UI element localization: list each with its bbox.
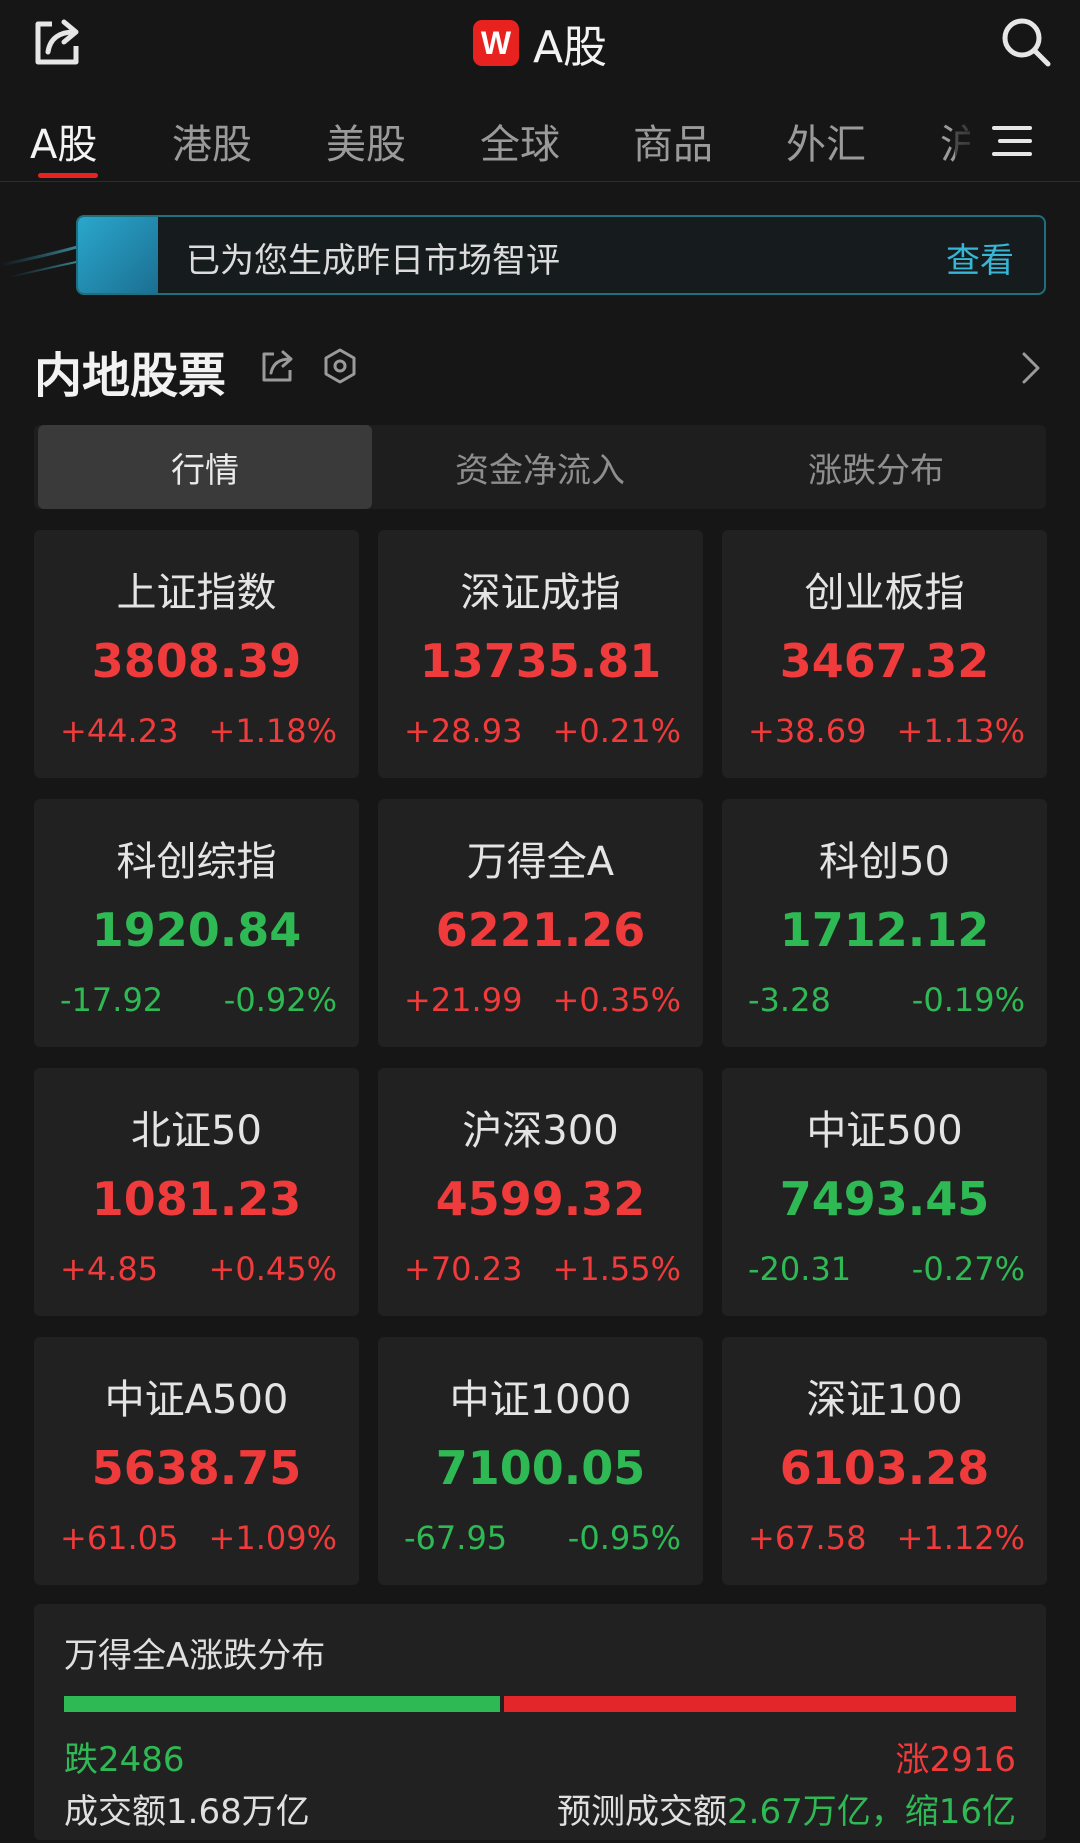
index-change: +67.58 xyxy=(748,1519,867,1557)
index-name: 科创50 xyxy=(819,839,950,885)
index-value: 4599.32 xyxy=(435,1172,646,1226)
fall-count: 跌2486 xyxy=(64,1740,185,1780)
top-bar: W A股 xyxy=(0,0,1080,90)
index-change: -3.28 xyxy=(748,981,831,1019)
forecast-prefix: 预测成交额 xyxy=(557,1792,728,1832)
subtab-distribution[interactable]: 涨跌分布 xyxy=(708,425,1044,509)
index-change-percent: +0.35% xyxy=(552,981,681,1019)
market-tabs: A股 港股 美股 全球 商品 外汇 沪 xyxy=(0,100,1080,182)
index-name: 深证成指 xyxy=(460,570,621,616)
index-card[interactable]: 科创50 1712.12 -3.28 -0.19% xyxy=(722,799,1047,1047)
index-name: 上证指数 xyxy=(116,570,277,616)
index-name: 北证50 xyxy=(131,1108,262,1154)
rise-count: 涨2916 xyxy=(895,1740,1016,1780)
index-card[interactable]: 深证成指 13735.81 +28.93 +0.21% xyxy=(378,530,703,778)
index-value: 5638.75 xyxy=(91,1441,302,1495)
tab-hk-shares[interactable]: 港股 xyxy=(172,112,252,170)
index-change-percent: -0.92% xyxy=(223,981,337,1019)
index-card[interactable]: 万得全A 6221.26 +21.99 +0.35% xyxy=(378,799,703,1047)
chevron-right-icon[interactable] xyxy=(1016,348,1046,388)
turnover: 成交额1.68万亿 xyxy=(64,1792,310,1832)
index-name: 科创综指 xyxy=(116,839,277,885)
index-change: +70.23 xyxy=(404,1250,523,1288)
subtab-net-inflow[interactable]: 资金净流入 xyxy=(372,425,708,509)
index-card[interactable]: 上证指数 3808.39 +44.23 +1.18% xyxy=(34,530,359,778)
title-wrap: W A股 xyxy=(0,16,1080,73)
index-value: 6103.28 xyxy=(779,1441,990,1495)
index-change: -20.31 xyxy=(748,1250,852,1288)
index-card[interactable]: 中证A500 5638.75 +61.05 +1.09% xyxy=(34,1337,359,1585)
index-card[interactable]: 中证500 7493.45 -20.31 -0.27% xyxy=(722,1068,1047,1316)
index-change-percent: +1.13% xyxy=(896,712,1025,750)
index-card[interactable]: 中证1000 7100.05 -67.95 -0.95% xyxy=(378,1337,703,1585)
index-change-percent: -0.19% xyxy=(911,981,1025,1019)
index-change-percent: -0.95% xyxy=(567,1519,681,1557)
index-name: 创业板指 xyxy=(804,570,965,616)
tab-us-shares[interactable]: 美股 xyxy=(326,112,406,170)
index-change: +61.05 xyxy=(60,1519,179,1557)
fall-bar-segment xyxy=(64,1696,500,1712)
index-change: +4.85 xyxy=(60,1250,159,1288)
view-button[interactable]: 查看 xyxy=(946,233,1014,282)
index-value: 1712.12 xyxy=(779,903,990,957)
index-change: +44.23 xyxy=(60,712,179,750)
index-change: -17.92 xyxy=(60,981,164,1019)
index-name: 中证500 xyxy=(806,1108,963,1154)
index-change: -67.95 xyxy=(404,1519,508,1557)
page-title: A股 xyxy=(532,22,608,73)
sub-tabs: 行情 资金净流入 涨跌分布 xyxy=(34,425,1046,509)
banner-accent xyxy=(78,217,158,293)
subtab-quotes[interactable]: 行情 xyxy=(38,425,372,509)
market-review-banner[interactable]: 已为您生成昨日市场智评 查看 xyxy=(76,215,1046,295)
section-title: 内地股票 xyxy=(34,348,227,404)
index-card[interactable]: 深证100 6103.28 +67.58 +1.12% xyxy=(722,1337,1047,1585)
index-change-percent: -0.27% xyxy=(911,1250,1025,1288)
menu-icon[interactable] xyxy=(990,122,1034,160)
index-value: 6221.26 xyxy=(435,903,646,957)
index-name: 沪深300 xyxy=(462,1108,619,1154)
index-value: 7100.05 xyxy=(435,1441,646,1495)
index-card[interactable]: 科创综指 1920.84 -17.92 -0.92% xyxy=(34,799,359,1047)
distribution-panel[interactable]: 万得全A涨跌分布 跌2486 涨2916 成交额1.68万亿 预测成交额2.67… xyxy=(34,1604,1046,1840)
index-change: +38.69 xyxy=(748,712,867,750)
gear-icon[interactable] xyxy=(320,346,360,386)
distribution-title: 万得全A涨跌分布 xyxy=(64,1636,326,1676)
index-change: +28.93 xyxy=(404,712,523,750)
index-change-percent: +1.18% xyxy=(208,712,337,750)
index-name: 万得全A xyxy=(466,839,615,885)
share-icon[interactable] xyxy=(258,346,298,386)
index-value: 3808.39 xyxy=(91,634,302,688)
index-value: 1081.23 xyxy=(91,1172,302,1226)
index-name: 深证100 xyxy=(806,1377,963,1423)
tab-commodities[interactable]: 商品 xyxy=(633,112,713,170)
index-card[interactable]: 创业板指 3467.32 +38.69 +1.13% xyxy=(722,530,1047,778)
tab-a-shares[interactable]: A股 xyxy=(30,112,97,170)
index-value: 3467.32 xyxy=(779,634,990,688)
tab-forex[interactable]: 外汇 xyxy=(786,112,866,170)
rise-bar-segment xyxy=(504,1696,1016,1712)
index-value: 1920.84 xyxy=(91,903,302,957)
index-name: 中证A500 xyxy=(104,1377,289,1423)
index-change-percent: +1.55% xyxy=(552,1250,681,1288)
distribution-bar xyxy=(64,1696,1016,1712)
index-card[interactable]: 北证50 1081.23 +4.85 +0.45% xyxy=(34,1068,359,1316)
index-change-percent: +0.21% xyxy=(552,712,681,750)
app-logo: W xyxy=(472,20,519,66)
search-icon[interactable] xyxy=(998,14,1054,70)
banner-text: 已为您生成昨日市场智评 xyxy=(186,241,560,281)
forecast-value: 2.67万亿，缩16亿 xyxy=(727,1792,1016,1832)
index-card[interactable]: 沪深300 4599.32 +70.23 +1.55% xyxy=(378,1068,703,1316)
index-name: 中证1000 xyxy=(449,1377,632,1423)
forecast-turnover: 预测成交额2.67万亿，缩16亿 xyxy=(557,1784,1016,1833)
active-tab-indicator xyxy=(38,173,98,178)
index-change: +21.99 xyxy=(404,981,523,1019)
index-value: 13735.81 xyxy=(419,634,662,688)
index-value: 7493.45 xyxy=(779,1172,990,1226)
tab-global[interactable]: 全球 xyxy=(480,112,560,170)
index-change-percent: +0.45% xyxy=(208,1250,337,1288)
index-change-percent: +1.12% xyxy=(896,1519,1025,1557)
index-change-percent: +1.09% xyxy=(208,1519,337,1557)
